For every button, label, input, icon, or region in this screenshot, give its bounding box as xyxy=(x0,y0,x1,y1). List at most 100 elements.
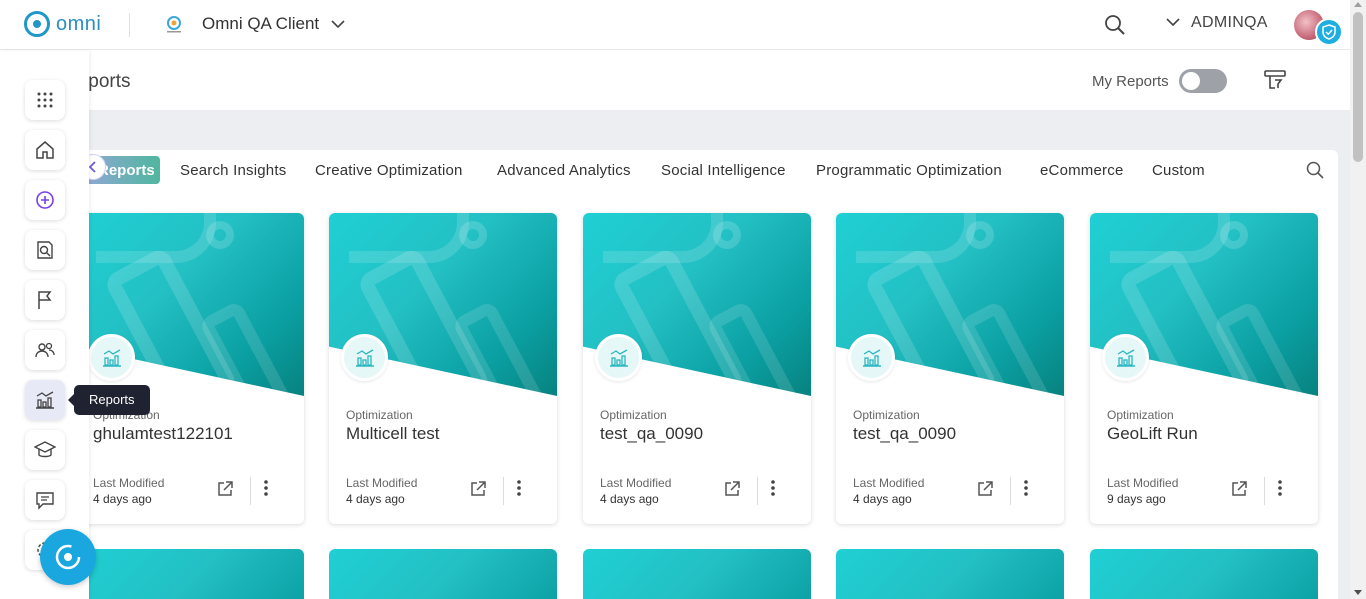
user-menu[interactable]: ADMINQA xyxy=(1166,14,1268,32)
category-tabs: Reports Search Insights Creative Optimiz… xyxy=(68,150,1338,190)
graduation-cap-icon xyxy=(34,441,56,458)
my-reports-toggle[interactable] xyxy=(1179,69,1227,93)
scroll-thumb[interactable] xyxy=(1353,12,1363,162)
card-type: Optimization xyxy=(1107,408,1174,422)
card-divider xyxy=(757,477,758,505)
card-divider xyxy=(503,477,504,505)
open-external-icon[interactable] xyxy=(1230,480,1248,503)
last-modified-date: 4 days ago xyxy=(853,492,912,506)
sidebar xyxy=(0,51,89,599)
card-title: Multicell test xyxy=(346,424,440,443)
sidebar-item-reports[interactable] xyxy=(25,380,65,420)
chevron-left-icon xyxy=(88,161,96,173)
chevron-down-icon xyxy=(331,16,345,34)
sidebar-item-flag[interactable] xyxy=(25,280,65,320)
omni-logo-icon xyxy=(55,544,81,570)
client-name: Omni QA Client xyxy=(202,14,320,33)
reports-grid: Optimization ghulamtest122101 Last Modif… xyxy=(68,190,1338,599)
tab-custom[interactable]: Custom xyxy=(1152,162,1205,179)
filter-icon[interactable] xyxy=(1262,68,1288,99)
more-options-icon[interactable] xyxy=(771,480,775,501)
sidebar-item-users[interactable] xyxy=(25,330,65,370)
card-type: Optimization xyxy=(600,408,667,422)
last-modified-label: Last Modified xyxy=(600,476,672,490)
user-name: ADMINQA xyxy=(1191,14,1268,31)
card-title: ghulamtest122101 xyxy=(93,424,233,443)
report-card[interactable] xyxy=(1090,549,1318,599)
toggle-knob xyxy=(1182,72,1200,90)
card-type: Optimization xyxy=(853,408,920,422)
last-modified-date: 4 days ago xyxy=(93,492,152,506)
card-type: Optimization xyxy=(346,408,413,422)
scroll-down-arrow[interactable] xyxy=(1354,590,1362,595)
client-selector[interactable]: Omni QA Client xyxy=(163,12,345,36)
sidebar-item-messages[interactable] xyxy=(25,480,65,520)
home-icon xyxy=(36,141,54,159)
report-chart-icon xyxy=(595,334,642,381)
open-external-icon[interactable] xyxy=(469,480,487,503)
chart-icon xyxy=(36,391,54,409)
card-divider xyxy=(250,477,251,505)
tab-ecommerce[interactable]: eCommerce xyxy=(1040,162,1124,179)
card-title: GeoLift Run xyxy=(1107,424,1198,443)
last-modified-label: Last Modified xyxy=(1107,476,1179,490)
search-icon[interactable] xyxy=(1104,14,1126,41)
tab-advanced-analytics[interactable]: Advanced Analytics xyxy=(497,162,631,179)
open-external-icon[interactable] xyxy=(216,480,234,503)
more-options-icon[interactable] xyxy=(517,480,521,501)
last-modified-date: 9 days ago xyxy=(1107,492,1166,506)
tab-programmatic-optimization[interactable]: Programmatic Optimization xyxy=(816,162,1002,179)
omni-logo-icon xyxy=(24,11,50,37)
more-options-icon[interactable] xyxy=(1024,480,1028,501)
chevron-down-icon xyxy=(1166,14,1180,32)
header-divider xyxy=(129,13,130,37)
logo-text: omni xyxy=(56,12,102,35)
open-external-icon[interactable] xyxy=(976,480,994,503)
report-card[interactable]: Optimization ghulamtest122101 Last Modif… xyxy=(76,213,304,524)
report-card[interactable]: Optimization GeoLift Run Last Modified 9… xyxy=(1090,213,1318,524)
card-title: test_qa_0090 xyxy=(600,424,704,443)
page-scrollbar[interactable] xyxy=(1350,0,1366,599)
card-divider xyxy=(1264,477,1265,505)
report-chart-icon xyxy=(1102,334,1149,381)
report-card[interactable]: Optimization Multicell test Last Modifie… xyxy=(329,213,557,524)
flag-icon xyxy=(38,291,52,309)
report-card[interactable] xyxy=(583,549,811,599)
sidebar-item-audience[interactable] xyxy=(25,230,65,270)
last-modified-label: Last Modified xyxy=(346,476,418,490)
search-icon[interactable] xyxy=(1306,161,1324,184)
tab-search-insights[interactable]: Search Insights xyxy=(180,162,286,179)
shield-icon[interactable] xyxy=(1315,18,1343,46)
report-card[interactable] xyxy=(836,549,1064,599)
last-modified-label: Last Modified xyxy=(853,476,925,490)
report-chart-icon xyxy=(88,334,135,381)
report-card[interactable]: Optimization test_qa_0090 Last Modified … xyxy=(583,213,811,524)
search-doc-icon xyxy=(37,241,53,259)
report-card[interactable] xyxy=(76,549,304,599)
last-modified-date: 4 days ago xyxy=(600,492,659,506)
client-logo-icon xyxy=(163,12,185,36)
sidebar-item-learn[interactable] xyxy=(25,430,65,470)
grid-icon xyxy=(37,92,53,108)
report-card[interactable]: Optimization test_qa_0090 Last Modified … xyxy=(836,213,1064,524)
omni-logo[interactable]: omni xyxy=(24,11,101,37)
more-options-icon[interactable] xyxy=(1278,480,1282,501)
more-options-icon[interactable] xyxy=(264,480,268,501)
tab-social-intelligence[interactable]: Social Intelligence xyxy=(661,162,786,179)
chat-icon xyxy=(36,492,54,510)
top-header: omni Omni QA Client ADMINQA xyxy=(0,0,1350,50)
report-chart-icon xyxy=(341,334,388,381)
tab-creative-optimization[interactable]: Creative Optimization xyxy=(315,162,463,179)
omni-assistant-button[interactable] xyxy=(40,529,96,585)
users-icon xyxy=(35,342,55,358)
report-card[interactable] xyxy=(329,549,557,599)
sidebar-item-create[interactable] xyxy=(25,180,65,220)
sidebar-item-apps[interactable] xyxy=(25,80,65,120)
scroll-up-arrow[interactable] xyxy=(1354,2,1362,7)
my-reports-label: My Reports xyxy=(1092,73,1169,90)
card-title: test_qa_0090 xyxy=(853,424,957,443)
card-divider xyxy=(1010,477,1011,505)
open-external-icon[interactable] xyxy=(723,480,741,503)
last-modified-label: Last Modified xyxy=(93,476,165,490)
sidebar-item-home[interactable] xyxy=(25,130,65,170)
